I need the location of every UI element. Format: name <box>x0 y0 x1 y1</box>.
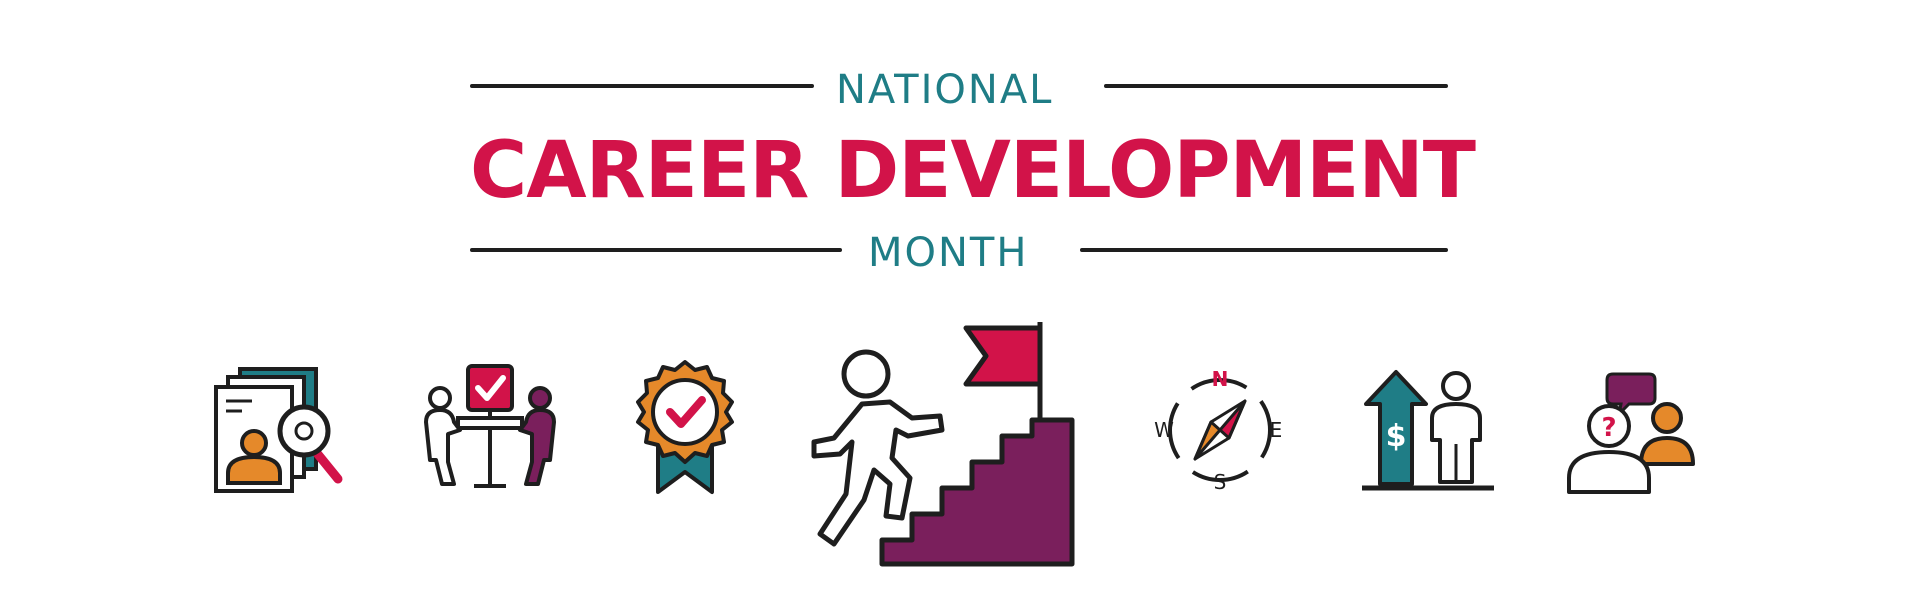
compass-south-label: S <box>1214 470 1227 494</box>
title-national: NATIONAL <box>836 67 1054 113</box>
career-question-icon: ? <box>1567 372 1695 494</box>
compass-east-label: E <box>1270 418 1283 442</box>
top-left-rule <box>470 84 814 88</box>
compass-icon: N S E W <box>1154 367 1283 494</box>
title-career-development: CAREER DEVELOPMENT <box>470 126 1476 216</box>
title-month: MONTH <box>868 230 1029 276</box>
compass-west-label: W <box>1154 418 1174 442</box>
salary-dollar-sign: $ <box>1386 419 1407 454</box>
award-badge-icon <box>636 360 734 494</box>
question-mark: ? <box>1601 413 1616 443</box>
job-search-resume-icon <box>214 367 343 493</box>
compass-north-label: N <box>1212 367 1229 391</box>
climbing-stairs-flag-icon <box>811 322 1075 567</box>
bottom-right-rule <box>1080 248 1448 252</box>
bottom-left-rule <box>470 248 842 252</box>
top-right-rule <box>1104 84 1448 88</box>
salary-growth-icon: $ <box>1362 370 1494 491</box>
banner: NATIONAL CAREER DEVELOPMENT MONTH N S E … <box>0 0 1920 600</box>
interview-meeting-icon <box>424 364 556 488</box>
